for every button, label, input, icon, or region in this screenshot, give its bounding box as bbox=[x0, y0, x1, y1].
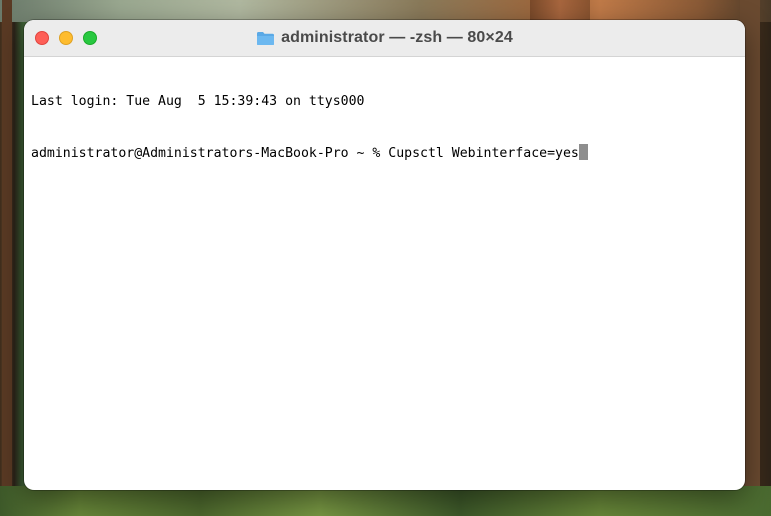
window-titlebar[interactable]: administrator — -zsh — 80×24 bbox=[24, 20, 745, 57]
command-input[interactable]: Cupsctl Webinterface=yes bbox=[388, 146, 579, 161]
command-line[interactable]: administrator@Administrators-MacBook-Pro… bbox=[31, 144, 739, 161]
terminal-output[interactable]: Last login: Tue Aug 5 15:39:43 on ttys00… bbox=[31, 59, 739, 484]
terminal-window: administrator — -zsh — 80×24 Last login:… bbox=[24, 20, 745, 490]
window-title: administrator — -zsh — 80×24 bbox=[281, 29, 513, 46]
last-login-line: Last login: Tue Aug 5 15:39:43 on ttys00… bbox=[31, 94, 365, 109]
shell-prompt: administrator@Administrators-MacBook-Pro… bbox=[31, 146, 389, 161]
desktop-wallpaper-sky bbox=[0, 0, 771, 22]
desktop-wallpaper-ground bbox=[0, 486, 771, 516]
folder-icon bbox=[256, 31, 275, 46]
text-cursor bbox=[578, 144, 588, 160]
window-title-group: administrator — -zsh — 80×24 bbox=[24, 20, 745, 56]
wallpaper-tree-trunk bbox=[2, 0, 12, 516]
